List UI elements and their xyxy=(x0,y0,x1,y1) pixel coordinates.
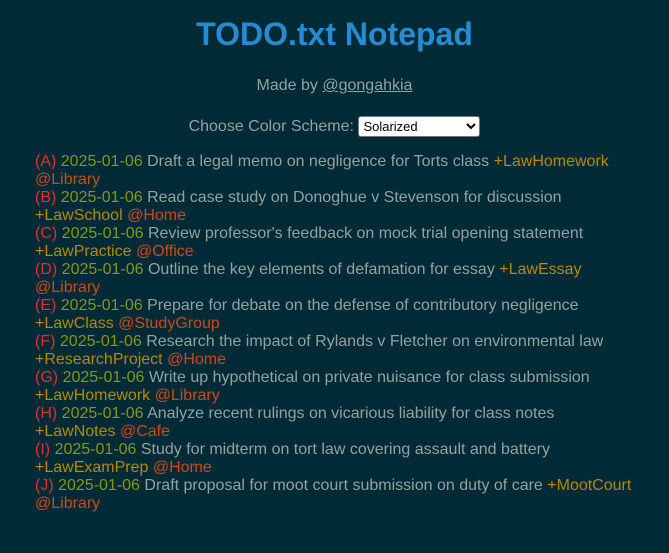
todo-item: (J) 2025-01-06 Draft proposal for moot c… xyxy=(35,477,635,513)
todo-item: (I) 2025-01-06 Study for midterm on tort… xyxy=(35,441,635,477)
todo-priority: (E) xyxy=(35,297,57,314)
todo-date: 2025-01-06 xyxy=(59,333,142,350)
todo-item: (E) 2025-01-06 Prepare for debate on the… xyxy=(35,297,635,333)
todo-text: Draft proposal for moot court submission… xyxy=(144,477,543,494)
todo-date: 2025-01-06 xyxy=(60,189,143,206)
todo-project: +ResearchProject xyxy=(35,351,163,368)
todo-text: Write up hypothetical on private nuisanc… xyxy=(148,369,590,386)
todo-context: @Home xyxy=(127,207,186,224)
todo-text: Draft a legal memo on negligence for Tor… xyxy=(147,153,490,170)
todo-item: (B) 2025-01-06 Read case study on Donogh… xyxy=(35,189,635,225)
todo-text: Research the impact of Rylands v Fletche… xyxy=(146,333,604,350)
todo-project: +LawHomework xyxy=(35,387,151,404)
todo-date: 2025-01-06 xyxy=(54,441,137,458)
todo-context: @Home xyxy=(167,351,226,368)
todo-date: 2025-01-06 xyxy=(61,225,144,242)
todo-priority: (D) xyxy=(35,261,58,278)
todo-text: Outline the key elements of defamation f… xyxy=(147,261,495,278)
todo-project: +LawEssay xyxy=(499,261,582,278)
todo-text: Analyze recent rulings on vicarious liab… xyxy=(147,405,555,422)
todo-item: (G) 2025-01-06 Write up hypothetical on … xyxy=(35,369,635,405)
todo-text: Read case study on Donoghue v Stevenson … xyxy=(147,189,562,206)
todo-priority: (C) xyxy=(35,225,58,242)
todo-context: @Library xyxy=(35,279,101,296)
todo-project: +MootCourt xyxy=(547,477,632,494)
color-scheme-label: Choose Color Scheme: xyxy=(188,118,354,135)
todo-item: (F) 2025-01-06 Research the impact of Ry… xyxy=(35,333,635,369)
todo-project: +LawExamPrep xyxy=(35,459,149,476)
todo-text: Review professor's feedback on mock tria… xyxy=(147,225,584,242)
page-title: TODO.txt Notepad xyxy=(196,16,473,52)
todo-item: (C) 2025-01-06 Review professor's feedba… xyxy=(35,225,635,261)
todo-context: @Library xyxy=(35,171,101,188)
todo-text: Study for midterm on tort law covering a… xyxy=(140,441,550,458)
todo-date: 2025-01-06 xyxy=(62,369,145,386)
todo-item: (D) 2025-01-06 Outline the key elements … xyxy=(35,261,635,297)
byline: Made by @gongahkia xyxy=(0,76,669,96)
author-link[interactable]: @gongahkia xyxy=(322,77,412,94)
todo-text: Prepare for debate on the defense of con… xyxy=(147,297,579,314)
todo-context: @Library xyxy=(154,387,220,404)
todo-priority: (G) xyxy=(35,369,59,386)
todo-item: (H) 2025-01-06 Analyze recent rulings on… xyxy=(35,405,635,441)
todo-date: 2025-01-06 xyxy=(60,153,143,170)
byline-prefix: Made by xyxy=(256,77,323,94)
todo-priority: (F) xyxy=(35,333,56,350)
todo-date: 2025-01-06 xyxy=(58,477,140,494)
todo-date: 2025-01-06 xyxy=(61,405,144,422)
todo-project: +LawSchool xyxy=(35,207,123,224)
todo-date: 2025-01-06 xyxy=(60,297,143,314)
todo-context: @StudyGroup xyxy=(118,315,220,332)
todo-project: +LawHomework xyxy=(493,153,609,170)
todo-context: @Office xyxy=(135,243,194,260)
color-scheme-row: Choose Color Scheme: Solarized xyxy=(0,115,669,139)
todo-priority: (I) xyxy=(35,441,51,458)
todo-item: (A) 2025-01-06 Draft a legal memo on neg… xyxy=(35,153,635,189)
todo-priority: (A) xyxy=(35,153,57,170)
todo-context: @Cafe xyxy=(119,423,170,440)
todo-context: @Home xyxy=(152,459,212,476)
todo-list: (A) 2025-01-06 Draft a legal memo on neg… xyxy=(0,153,669,513)
todo-project: +LawClass xyxy=(35,315,114,332)
todo-project: +LawPractice xyxy=(35,243,132,260)
todo-priority: (H) xyxy=(35,405,58,422)
todo-priority: (B) xyxy=(35,189,57,206)
todo-project: +LawNotes xyxy=(35,423,116,440)
todo-date: 2025-01-06 xyxy=(61,261,144,278)
color-scheme-select[interactable]: Solarized xyxy=(358,116,481,138)
todo-context: @Library xyxy=(35,495,101,512)
todo-priority: (J) xyxy=(35,477,54,494)
